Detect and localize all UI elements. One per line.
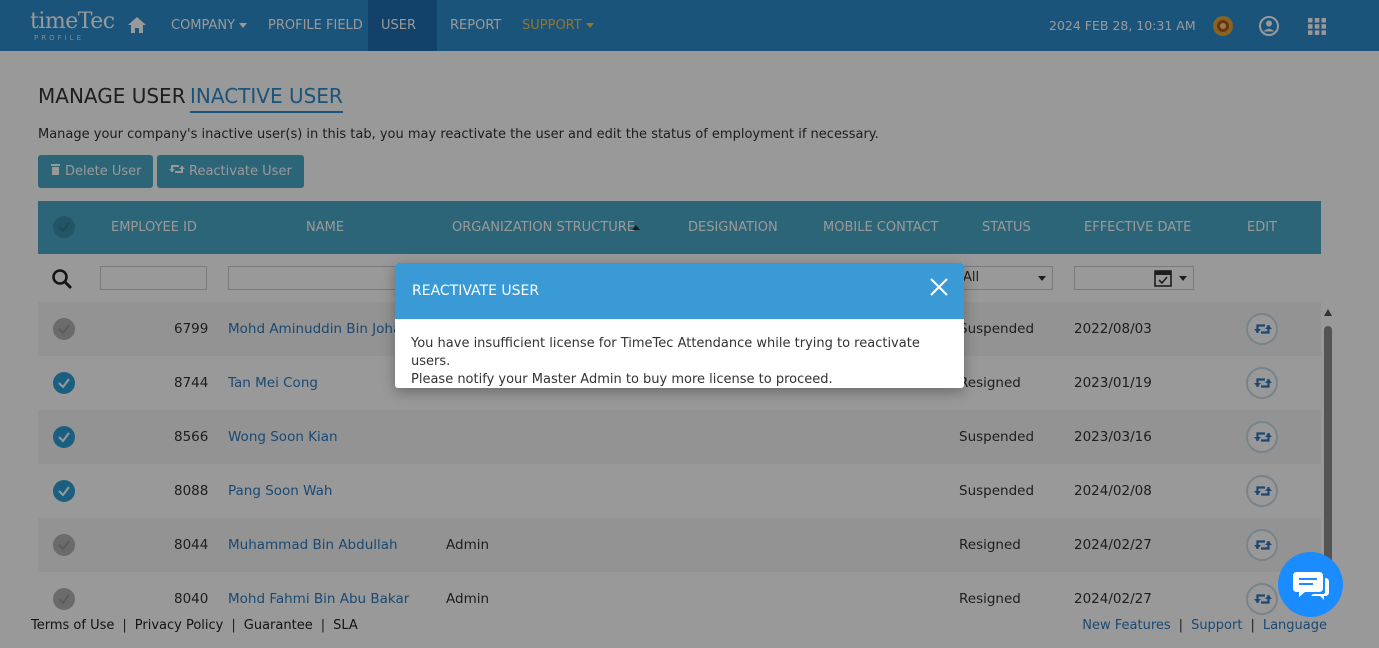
dialog-message: You have insufficient license for TimeTe… <box>411 335 951 388</box>
live-chat-button[interactable] <box>1278 552 1343 617</box>
reactivate-user-dialog: REACTIVATE USER You have insufficient li… <box>395 263 964 388</box>
dialog-message-line-1: You have insufficient license for TimeTe… <box>411 336 920 369</box>
close-icon[interactable] <box>930 278 948 296</box>
dialog-header: REACTIVATE USER <box>395 263 964 319</box>
dialog-title: REACTIVATE USER <box>412 283 540 299</box>
dialog-message-line-2: Please notify your Master Admin to buy m… <box>411 372 833 387</box>
chat-icon <box>1293 572 1329 600</box>
